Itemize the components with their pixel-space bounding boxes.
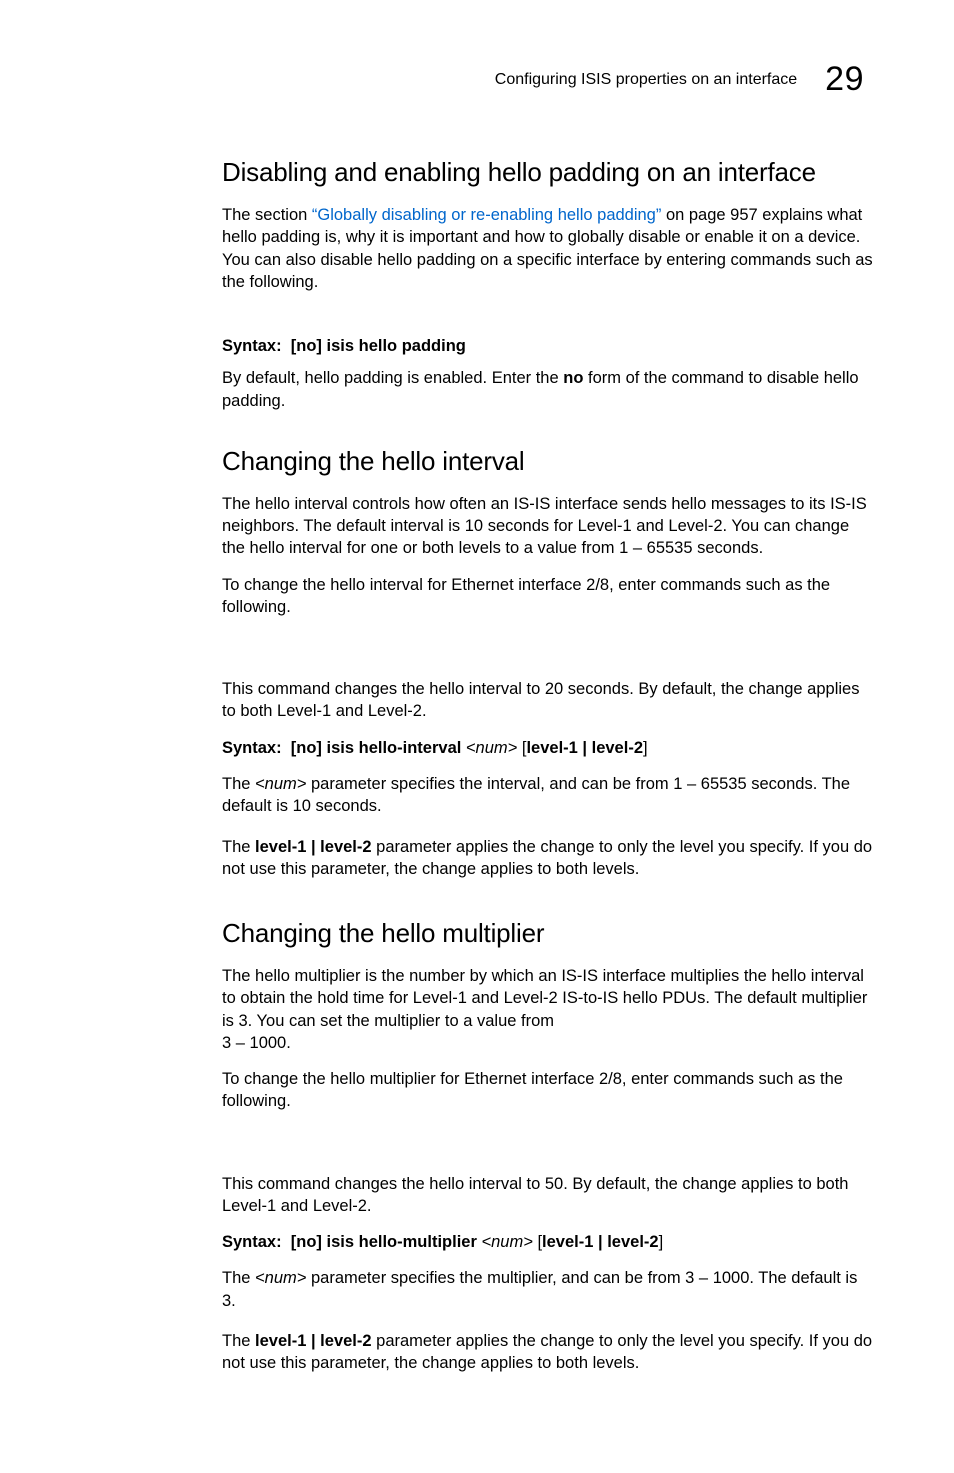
- text: By default, hello padding is enabled. En…: [222, 369, 563, 387]
- paragraph: The level-1 | level-2 parameter applies …: [222, 1330, 874, 1375]
- syntax-option: [no]: [291, 337, 322, 355]
- paragraph: 3 – 1000.: [222, 1032, 874, 1054]
- text: The: [222, 775, 255, 793]
- text: The section: [222, 206, 312, 224]
- bold-text: no: [563, 369, 583, 387]
- page: Configuring ISIS properties on an interf…: [0, 0, 954, 1473]
- paragraph: The section “Globally disabling or re-en…: [222, 204, 874, 293]
- syntax-line: Syntax: [no] isis hello-interval <num> […: [222, 737, 874, 759]
- syntax-command: isis hello padding: [327, 337, 466, 355]
- arg-text: <num>: [255, 775, 306, 793]
- paragraph: The level-1 | level-2 parameter applies …: [222, 836, 874, 881]
- running-title: Configuring ISIS properties on an interf…: [495, 71, 797, 89]
- text: [: [533, 1233, 542, 1251]
- running-header: Configuring ISIS properties on an interf…: [80, 60, 874, 99]
- syntax-label: Syntax:: [222, 1233, 282, 1251]
- syntax-arg: <num>: [466, 739, 517, 757]
- paragraph: To change the hello interval for Etherne…: [222, 574, 874, 619]
- syntax-label: Syntax:: [222, 337, 282, 355]
- syntax-tail: level-1 | level-2: [542, 1233, 659, 1251]
- text: ]: [643, 739, 648, 757]
- text: parameter specifies the interval, and ca…: [222, 775, 850, 815]
- cross-reference-link[interactable]: “Globally disabling or re-enabling hello…: [312, 206, 661, 224]
- paragraph: The hello interval controls how often an…: [222, 493, 874, 560]
- syntax-line: Syntax: [no] isis hello padding: [222, 335, 874, 357]
- section-heading: Disabling and enabling hello padding on …: [222, 157, 874, 188]
- paragraph: To change the hello multiplier for Ether…: [222, 1068, 874, 1113]
- text: parameter specifies the multiplier, and …: [222, 1269, 857, 1309]
- text: The: [222, 838, 255, 856]
- syntax-command: isis hello-multiplier: [327, 1233, 477, 1251]
- text: The: [222, 1332, 255, 1350]
- paragraph: The hello multiplier is the number by wh…: [222, 965, 874, 1032]
- text: ]: [659, 1233, 664, 1251]
- text: The: [222, 1269, 255, 1287]
- paragraph: The <num> parameter specifies the multip…: [222, 1267, 874, 1312]
- paragraph: The <num> parameter specifies the interv…: [222, 773, 874, 818]
- arg-text: <num>: [255, 1269, 306, 1287]
- paragraph: This command changes the hello interval …: [222, 678, 874, 723]
- section-heading: Changing the hello interval: [222, 446, 874, 477]
- syntax-option: [no]: [291, 739, 322, 757]
- bold-text: level-1 | level-2: [255, 838, 372, 856]
- paragraph: This command changes the hello interval …: [222, 1173, 874, 1218]
- syntax-command: isis hello-interval: [327, 739, 462, 757]
- bold-text: level-1 | level-2: [255, 1332, 372, 1350]
- syntax-arg: <num>: [482, 1233, 533, 1251]
- content-column: Disabling and enabling hello padding on …: [80, 157, 874, 1375]
- section-heading: Changing the hello multiplier: [222, 918, 874, 949]
- chapter-number: 29: [825, 60, 864, 99]
- syntax-label: Syntax:: [222, 739, 282, 757]
- syntax-tail: level-1 | level-2: [526, 739, 643, 757]
- syntax-option: [no]: [291, 1233, 322, 1251]
- paragraph: By default, hello padding is enabled. En…: [222, 367, 874, 412]
